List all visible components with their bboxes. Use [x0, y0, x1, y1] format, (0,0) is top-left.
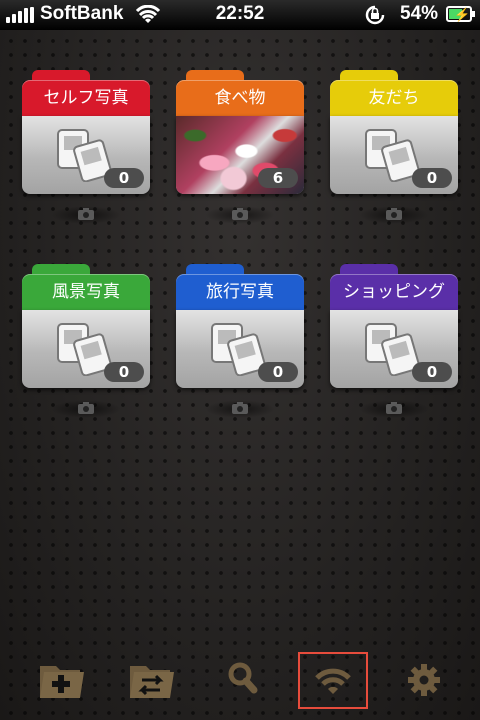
folder-body: 0: [330, 116, 458, 194]
photo-count-badge: 0: [412, 168, 452, 188]
search-button[interactable]: [214, 650, 278, 710]
camera-button[interactable]: [205, 400, 275, 418]
status-bar: SoftBank 22:52 54% ⚡: [0, 0, 480, 30]
photo-count-badge: 0: [412, 362, 452, 382]
add-folder-icon: [40, 666, 84, 698]
camera-button[interactable]: [205, 206, 275, 224]
camera-button[interactable]: [51, 206, 121, 224]
folder-title: セルフ写真: [22, 80, 150, 116]
folder-4[interactable]: 風景写真 0: [22, 264, 150, 394]
settings-button[interactable]: [392, 650, 456, 710]
photo-count-badge: 0: [258, 362, 298, 382]
folder-title: 風景写真: [22, 274, 150, 310]
move-folder-icon: [130, 666, 174, 698]
search-icon: [228, 662, 258, 694]
camera-icon: [78, 402, 94, 414]
folder-body: 0: [176, 310, 304, 388]
folder-title: ショッピング: [330, 274, 458, 310]
folder-body: 0: [22, 310, 150, 388]
camera-icon: [232, 402, 248, 414]
camera-icon: [386, 208, 402, 220]
battery-percentage: 54%: [400, 3, 439, 24]
rotation-lock-icon: [365, 5, 385, 25]
camera-button[interactable]: [359, 400, 429, 418]
folder-body: 6: [176, 116, 304, 194]
folder-title: 食べ物: [176, 80, 304, 116]
camera-icon: [232, 208, 248, 220]
move-folder-button[interactable]: [126, 650, 190, 710]
camera-icon: [78, 208, 94, 220]
photo-count-badge: 6: [258, 168, 298, 188]
battery-icon: ⚡: [446, 6, 475, 22]
folder-6[interactable]: ショッピング 0: [330, 264, 458, 394]
folder-1[interactable]: セルフ写真 0: [22, 70, 150, 200]
camera-button[interactable]: [359, 206, 429, 224]
camera-icon: [386, 402, 402, 414]
folder-body: 0: [22, 116, 150, 194]
folder-5[interactable]: 旅行写真 0: [176, 264, 304, 394]
photo-count-badge: 0: [104, 362, 144, 382]
folder-title: 旅行写真: [176, 274, 304, 310]
selection-highlight: [298, 652, 368, 709]
add-folder-button[interactable]: [36, 650, 100, 710]
folder-3[interactable]: 友だち 0: [330, 70, 458, 200]
folder-body: 0: [330, 310, 458, 388]
photo-count-badge: 0: [104, 168, 144, 188]
folder-2[interactable]: 食べ物 6: [176, 70, 304, 200]
folder-title: 友だち: [330, 80, 458, 116]
settings-icon: [408, 664, 440, 696]
camera-button[interactable]: [51, 400, 121, 418]
